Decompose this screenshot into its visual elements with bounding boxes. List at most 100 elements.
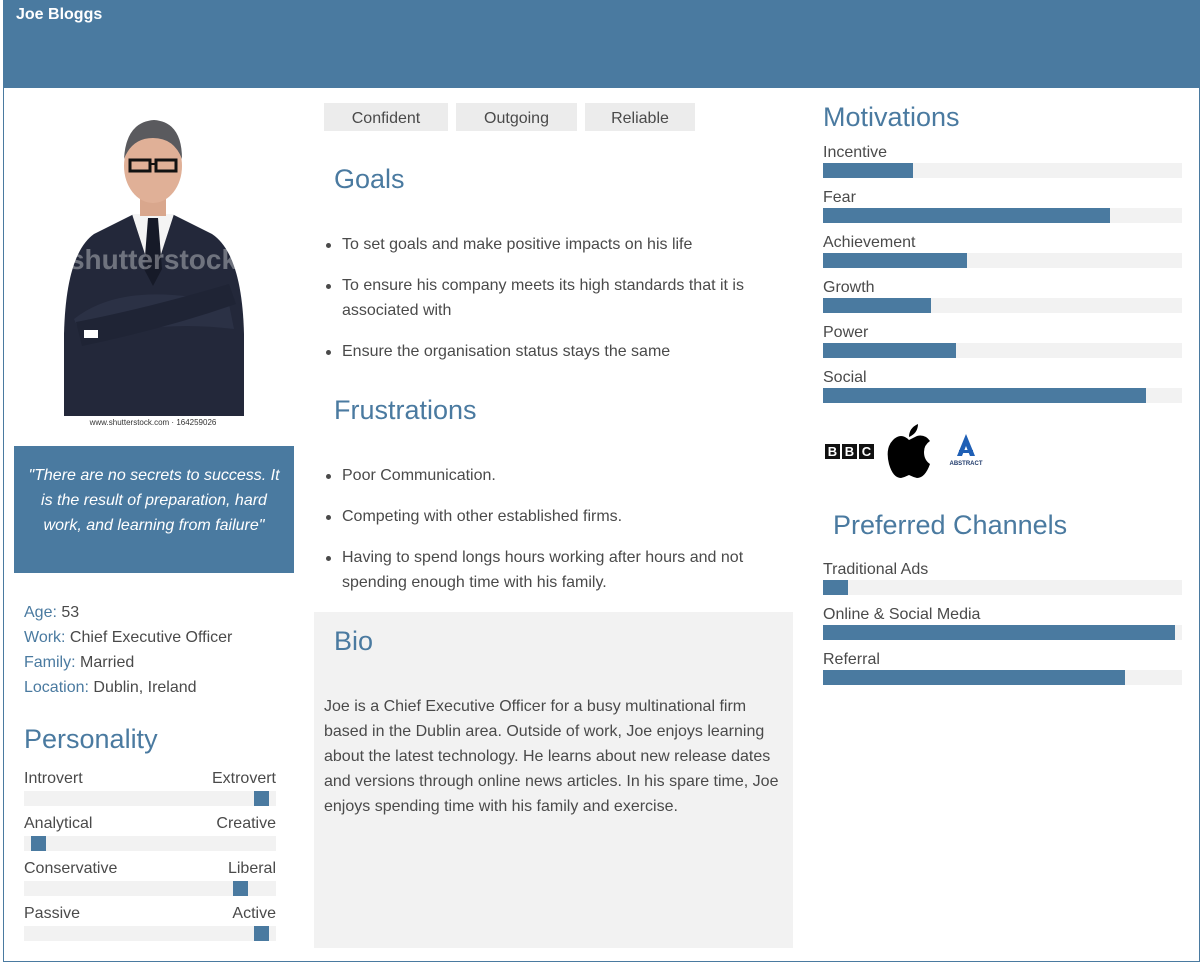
motivation-bar-fill [823,343,956,358]
scale-left-label: Analytical [24,815,93,832]
scale-right-label: Liberal [227,860,276,877]
abstract-logo-text: ABSTRACT [950,461,983,467]
fact-row: Work: Chief Executive Officer [24,625,232,650]
abstract-logo: ABSTRACT [950,434,983,467]
channel-bar-track [823,670,1182,685]
motivation-bar-fill [823,163,913,178]
motivation-bar: Achievement [823,232,1182,268]
channel-bar: Online & Social Media [823,604,1182,640]
persona-photo: shutterstock www.shutterstock.com · 1642… [24,104,282,429]
header-bar: Joe Bloggs [3,0,1200,88]
list-item: Poor Communication. [324,463,789,488]
channel-bar-track [823,580,1182,595]
motivation-bar-track [823,163,1182,178]
frustrations-title: Frustrations [334,395,477,425]
bbc-letter: B [828,444,837,459]
fact-value: Chief Executive Officer [65,629,233,646]
list-item: Ensure the organisation status stays the… [324,339,789,364]
fact-key: Family: [24,654,76,671]
personality-scale: Passive Active [24,903,276,941]
scale-labels: Passive Active [24,903,276,925]
channel-bar-label: Traditional Ads [823,561,929,578]
fact-row: Family: Married [24,650,232,675]
scale-left-label: Passive [24,905,81,922]
persona-name: Joe Bloggs [16,6,103,23]
scale-labels: Conservative Liberal [24,858,276,880]
trait-tag: Outgoing [456,103,577,131]
motivations-title: Motivations [823,102,960,132]
apple-logo [887,424,930,478]
fact-value: 53 [56,604,80,621]
motivation-bar-track [823,208,1182,223]
motivation-bar: Incentive [823,142,1182,178]
scale-right-label: Active [232,905,276,922]
channel-bar-label: Online & Social Media [823,606,981,623]
watermark-text: shutterstock [69,244,237,275]
motivation-bar-fill [823,388,1147,403]
scale-labels: Analytical Creative [24,813,276,835]
channel-bar-fill [823,580,849,595]
bbc-letter: C [862,444,872,459]
bbc-logo: B B C [825,444,874,459]
channel-bar: Traditional Ads [823,559,1182,595]
personality-scale: Introvert Extrovert [24,768,276,806]
channel-bar-fill [823,670,1125,685]
motivation-bar: Growth [823,277,1182,313]
brand-logos: B B C ABSTRACT [823,420,993,482]
trait-tag: Reliable [585,103,695,131]
fact-row: Age: 53 [24,600,232,625]
motivation-bar-track [823,388,1182,403]
motivation-bar-label: Social [823,369,867,386]
list-item: To set goals and make positive impacts o… [324,232,789,257]
motivation-bar-fill [823,298,931,313]
motivation-bar: Fear [823,187,1182,223]
motivation-bar-fill [823,208,1111,223]
bio-text: Joe is a Chief Executive Officer for a b… [324,698,779,815]
scale-right-label: Creative [216,815,276,832]
scale-right-label: Extrovert [211,770,276,787]
scale-track [24,926,276,941]
channel-bar-fill [823,625,1175,640]
scale-track [24,791,276,806]
scale-marker [254,791,269,806]
fact-key: Age: [24,604,57,621]
motivation-bar: Social [823,367,1182,403]
fact-key: Work: [24,629,66,646]
fact-key: Location: [24,679,89,696]
motivation-bar-label: Achievement [823,234,916,251]
motivation-bar-label: Growth [823,279,875,296]
goals-title: Goals [334,164,405,194]
scale-marker [233,881,248,896]
motivation-bar-label: Incentive [823,144,888,161]
persona-quote: "There are no secrets to success. It is … [14,446,294,573]
scale-marker [254,926,269,941]
motivation-bar-track [823,253,1182,268]
channel-bar: Referral [823,649,1182,685]
personality-scale: Analytical Creative [24,813,276,851]
goals-list: To set goals and make positive impacts o… [324,232,789,380]
motivation-bar-track [823,343,1182,358]
channel-bar-label: Referral [823,651,880,668]
photo-caption: www.shutterstock.com · 164259026 [89,418,217,427]
scale-track [24,836,276,851]
fact-row: Location: Dublin, Ireland [24,675,232,700]
list-item: To ensure his company meets its high sta… [324,273,789,323]
trait-tags: Confident Outgoing Reliable [324,103,695,131]
fact-value: Dublin, Ireland [88,679,197,696]
bbc-letter: B [845,444,854,459]
motivation-bar-label: Fear [823,189,856,206]
fact-value: Married [75,654,135,671]
scale-left-label: Introvert [24,770,83,787]
personality-scale: Conservative Liberal [24,858,276,896]
personality-title: Personality [24,724,158,754]
bio-panel: Bio Joe is a Chief Executive Officer for… [314,612,793,948]
list-item: Having to spend longs hours working afte… [324,545,789,595]
scale-track [24,881,276,896]
scale-labels: Introvert Extrovert [24,768,276,790]
trait-tag: Confident [324,103,448,131]
list-item: Competing with other established firms. [324,504,789,529]
bio-title: Bio [334,626,374,656]
motivation-bar-track [823,298,1182,313]
motivation-bar: Power [823,322,1182,358]
motivation-bar-fill [823,253,967,268]
